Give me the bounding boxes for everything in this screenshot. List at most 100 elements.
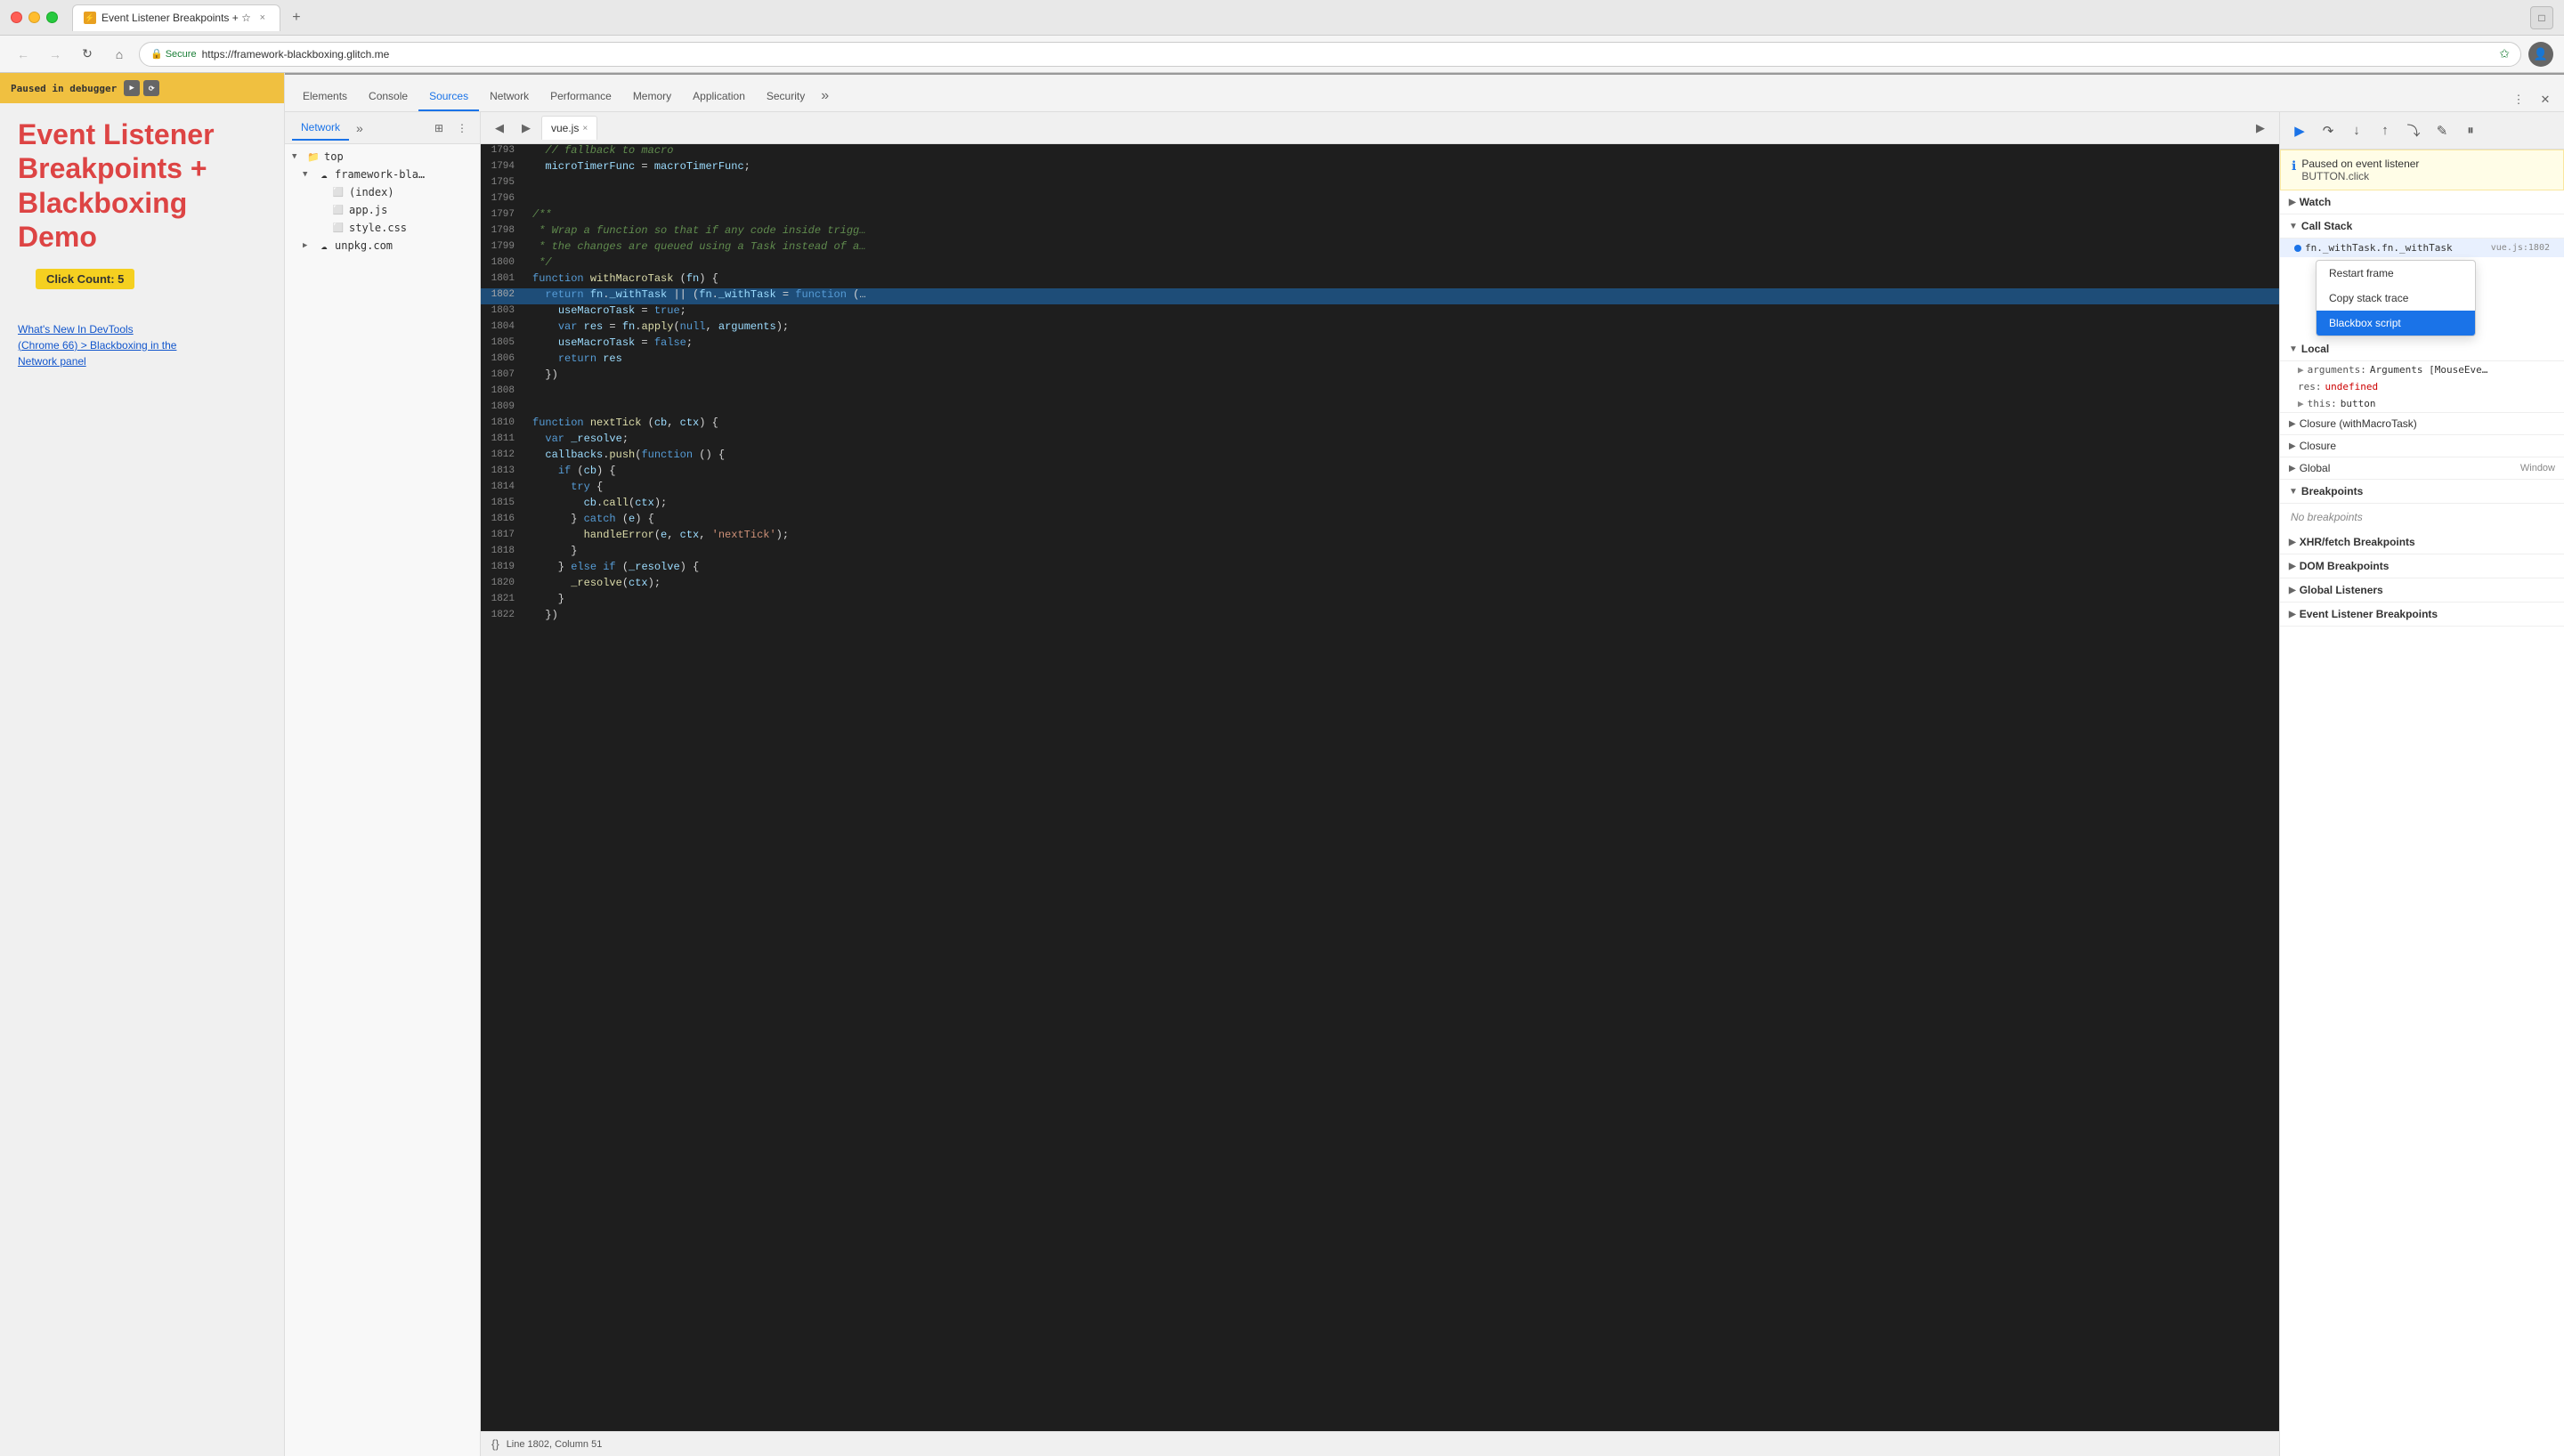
tab-close-button[interactable]: × — [256, 12, 269, 24]
format-button[interactable]: {} — [491, 1437, 499, 1451]
file-panel-action-1[interactable]: ⊞ — [428, 117, 450, 139]
code-line-1794: 1794 microTimerFunc = macroTimerFunc; — [481, 160, 2279, 176]
tab-memory[interactable]: Memory — [622, 83, 682, 111]
close-window-button[interactable] — [11, 12, 22, 23]
tab-application[interactable]: Application — [682, 83, 756, 111]
tab-network[interactable]: Network — [479, 83, 540, 111]
code-execute-button[interactable]: ▶ — [2249, 117, 2272, 140]
reload-button[interactable]: ↻ — [75, 42, 100, 67]
step-over-button[interactable]: ↷ — [2316, 118, 2341, 143]
code-line-1801: 1801 function withMacroTask (fn) { — [481, 272, 2279, 288]
home-button[interactable]: ⌂ — [107, 42, 132, 67]
context-menu-blackbox-script[interactable]: Blackbox script — [2317, 311, 2475, 336]
minimize-window-button[interactable] — [28, 12, 40, 23]
tree-item-stylecss[interactable]: ▶ ⬜ style.css — [285, 219, 480, 237]
tab-security[interactable]: Security — [756, 83, 815, 111]
deactivate-breakpoints-button[interactable]: ✎ — [2430, 118, 2454, 143]
resume-execution-button[interactable]: ▶ — [2287, 118, 2312, 143]
window-share-button[interactable]: □ — [2530, 6, 2553, 29]
js-file-icon-appjs: ⬜ — [331, 203, 345, 217]
tree-item-appjs[interactable]: ▶ ⬜ app.js — [285, 201, 480, 219]
pause-on-exceptions-button[interactable]: ⏸ — [2458, 118, 2483, 143]
address-bar[interactable]: 🔒 Secure https://framework-blackboxing.g… — [139, 42, 2521, 67]
code-nav-forward[interactable]: ▶ — [515, 117, 538, 140]
context-menu-restart-frame[interactable]: Restart frame — [2317, 261, 2475, 286]
active-browser-tab[interactable]: ⚡ Event Listener Breakpoints + ☆ × — [72, 4, 280, 31]
tab-performance[interactable]: Performance — [540, 83, 622, 111]
close-devtools-button[interactable]: ✕ — [2534, 88, 2557, 111]
dom-arrow-icon — [2289, 562, 2296, 571]
page-link-3[interactable]: Network panel — [18, 353, 266, 369]
file-panel-tab-network[interactable]: Network — [292, 116, 349, 141]
tab-elements[interactable]: Elements — [292, 83, 358, 111]
code-tab-vuejs[interactable]: vue.js × — [541, 116, 597, 140]
tab-console[interactable]: Console — [358, 83, 418, 111]
xhr-breakpoints-header[interactable]: XHR/fetch Breakpoints — [2280, 530, 2564, 554]
new-tab-button[interactable]: + — [284, 5, 309, 30]
html-file-icon: ⬜ — [331, 185, 345, 199]
code-line-1793: 1793 // fallback to macro — [481, 144, 2279, 160]
step-button[interactable]: ⤵ — [2401, 118, 2426, 143]
context-menu-copy-stack-trace[interactable]: Copy stack trace — [2317, 286, 2475, 311]
page-links: What's New In DevTools (Chrome 66) > Bla… — [0, 303, 284, 387]
code-tab-close[interactable]: × — [582, 124, 588, 133]
tree-item-index[interactable]: ▶ ⬜ (index) — [285, 183, 480, 201]
css-file-icon-stylecss: ⬜ — [331, 221, 345, 235]
tree-item-unpkg[interactable]: ▶ ☁ unpkg.com — [285, 237, 480, 255]
dock-button[interactable]: ⋮ — [2507, 88, 2530, 111]
bookmark-active-icon[interactable]: ✩ — [2499, 46, 2510, 61]
tree-arrow-unpkg: ▶ — [303, 241, 313, 250]
profile-button[interactable]: 👤 — [2528, 42, 2553, 67]
code-nav-back[interactable]: ◀ — [488, 117, 511, 140]
local-section-header[interactable]: Local — [2280, 337, 2564, 361]
code-footer: {} Line 1802, Column 51 — [481, 1431, 2279, 1456]
watch-section-header[interactable]: Watch — [2280, 190, 2564, 214]
forward-button[interactable]: → — [43, 42, 68, 67]
code-line-1815: 1815 cb.call(ctx); — [481, 497, 2279, 513]
closure-withmacrotask-header[interactable]: Closure (withMacroTask) — [2280, 413, 2564, 435]
cloud-folder-icon-framework: ☁ — [317, 167, 331, 182]
global-header[interactable]: Global Window — [2280, 457, 2564, 480]
devtools-actions: ⋮ ✕ — [2507, 88, 2557, 111]
callstack-item-0[interactable]: fn._withTask.fn._withTask vue.js:1802 — [2280, 239, 2564, 257]
resume-button[interactable]: ▶ — [124, 80, 140, 96]
more-tabs-button[interactable]: » — [815, 81, 834, 111]
debugger-panel: ▶ ↷ ↓ ↑ ⤵ ✎ ⏸ ℹ Paused on event listener — [2279, 112, 2564, 1456]
code-line-1795: 1795 — [481, 176, 2279, 192]
callstack-active-dot — [2294, 245, 2301, 252]
global-listeners-header[interactable]: Global Listeners — [2280, 578, 2564, 603]
closure-header[interactable]: Closure — [2280, 435, 2564, 457]
scope-this[interactable]: ▶ this: button — [2280, 395, 2564, 412]
code-line-1804: 1804 var res = fn.apply(null, arguments)… — [481, 320, 2279, 336]
click-count-button[interactable]: Click Count: 5 — [36, 269, 134, 289]
maximize-window-button[interactable] — [46, 12, 58, 23]
dom-breakpoints-header[interactable]: DOM Breakpoints — [2280, 554, 2564, 578]
code-line-1816: 1816 } catch (e) { — [481, 513, 2279, 529]
xhr-breakpoints-label: XHR/fetch Breakpoints — [2300, 536, 2415, 548]
tab-sources[interactable]: Sources — [418, 83, 479, 111]
step-over-button[interactable]: ⟳ — [143, 80, 159, 96]
file-panel-action-2[interactable]: ⋮ — [451, 117, 473, 139]
scope-arguments[interactable]: ▶ arguments: Arguments [MouseEve… — [2280, 361, 2564, 378]
devtools-tab-bar: Elements Console Sources Network Perform… — [285, 75, 2564, 112]
tree-item-framework[interactable]: ▼ ☁ framework-bla… — [285, 166, 480, 183]
devtools-body: Network » ⊞ ⋮ ▼ 📁 top — [285, 112, 2564, 1456]
step-out-button[interactable]: ↑ — [2373, 118, 2398, 143]
page-link-1[interactable]: What's New In DevTools — [18, 321, 266, 337]
file-panel: Network » ⊞ ⋮ ▼ 📁 top — [285, 112, 481, 1456]
event-listener-breakpoints-header[interactable]: Event Listener Breakpoints — [2280, 603, 2564, 627]
url-display: https://framework-blackboxing.glitch.me — [202, 48, 390, 61]
code-line-1814: 1814 try { — [481, 481, 2279, 497]
closure-label: Closure — [2300, 440, 2336, 452]
tree-item-top[interactable]: ▼ 📁 top — [285, 148, 480, 166]
file-panel-more-button[interactable]: » — [353, 117, 367, 139]
page-link-2[interactable]: (Chrome 66) > Blackboxing in the — [18, 337, 266, 353]
code-line-1819: 1819 } else if (_resolve) { — [481, 561, 2279, 577]
breakpoints-section-header[interactable]: Breakpoints — [2280, 480, 2564, 504]
back-button[interactable]: ← — [11, 42, 36, 67]
closure-withmacrotask-label: Closure (withMacroTask) — [2300, 417, 2417, 430]
code-tab-filename: vue.js — [551, 122, 579, 134]
callstack-section-header[interactable]: Call Stack — [2280, 214, 2564, 239]
code-line-1799: 1799 * the changes are queued using a Ta… — [481, 240, 2279, 256]
step-into-button[interactable]: ↓ — [2344, 118, 2369, 143]
